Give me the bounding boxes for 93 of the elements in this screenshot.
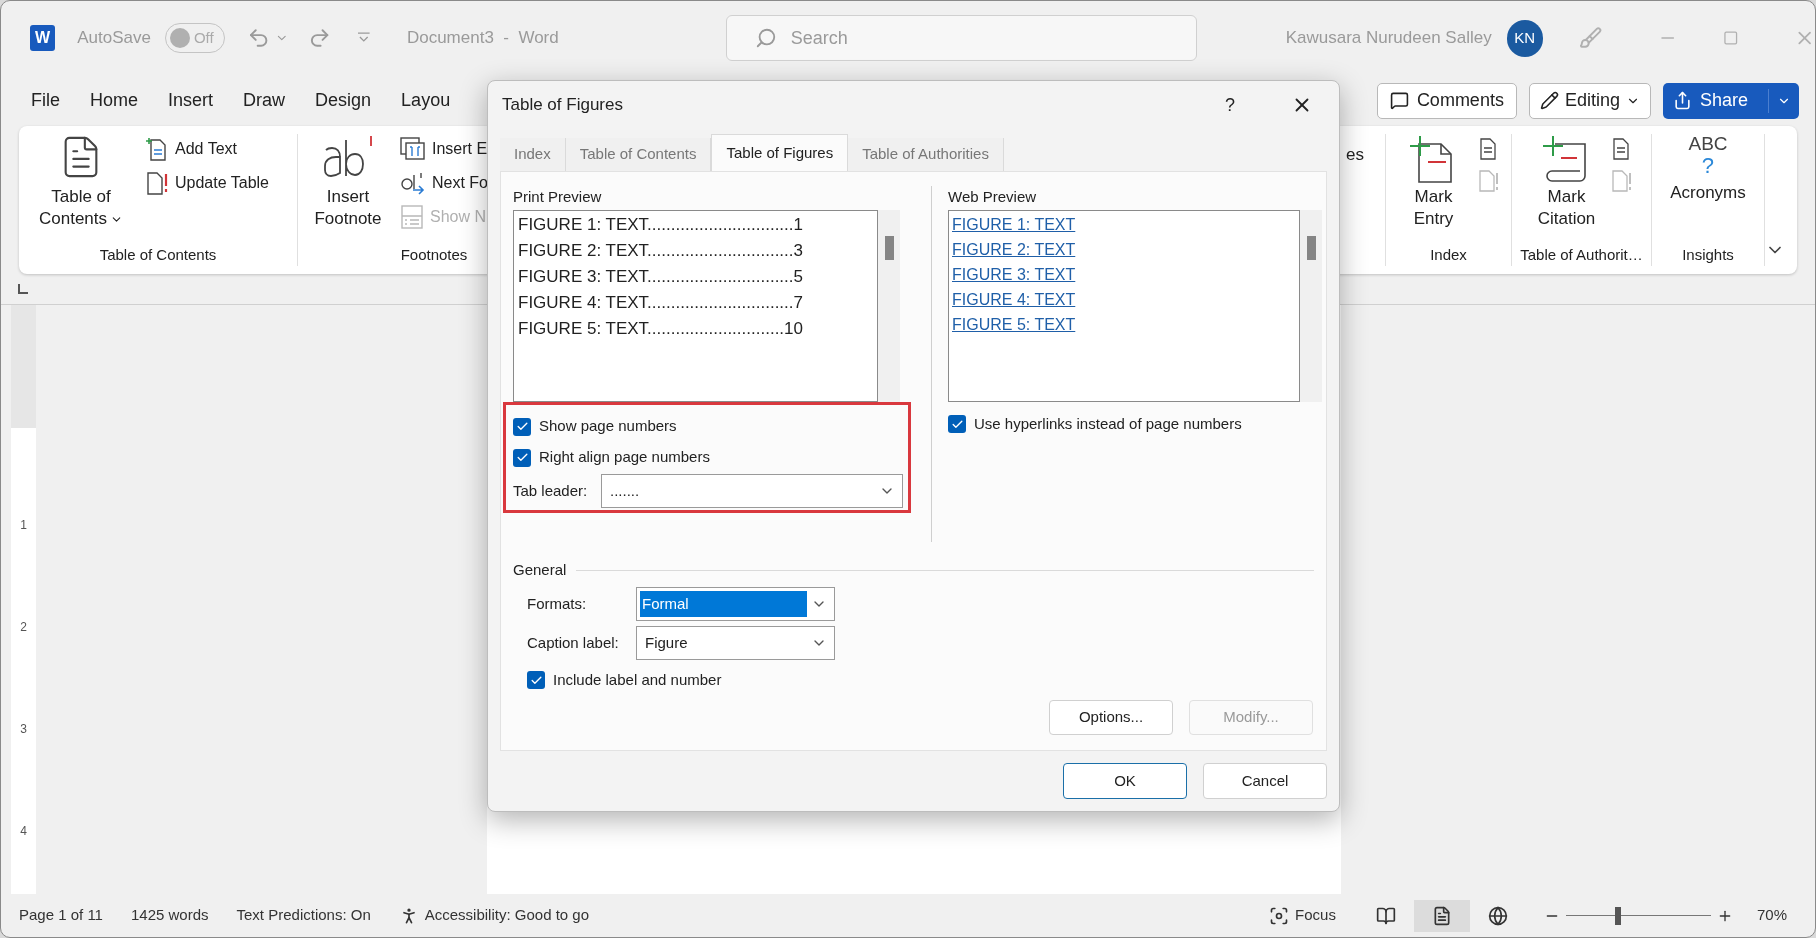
preview-link[interactable]: FIGURE 2: TEXT <box>952 237 1076 262</box>
tab-selector-icon[interactable] <box>17 283 29 295</box>
cancel-button[interactable]: Cancel <box>1203 763 1327 799</box>
checkmark-icon <box>515 420 529 433</box>
preview-line: FIGURE 4: TEXT...............................7 <box>518 292 804 314</box>
dialog-button[interactable]: Options... <box>1049 700 1173 735</box>
help-button[interactable]: ? <box>1225 91 1235 119</box>
checkbox-label: Right align page numbers <box>539 447 710 468</box>
dialog-title: Table of Figures <box>502 94 623 117</box>
ok-button[interactable]: OK <box>1063 763 1187 799</box>
mark-citation-button[interactable]: Mark Citation <box>1531 134 1602 230</box>
checkbox-label: Show page numbers <box>539 416 677 437</box>
ribbon-tab[interactable]: Home <box>90 87 139 114</box>
add-text-icon <box>145 136 169 162</box>
preview-link[interactable]: FIGURE 1: TEXT <box>952 212 1076 237</box>
status-text: Page 1 of 11 <box>19 905 103 926</box>
ruler-number: 4 <box>20 823 27 840</box>
focus-button[interactable]: Focus <box>1269 904 1336 927</box>
zoom-slider[interactable] <box>1565 906 1711 925</box>
dropdown[interactable]: ....... <box>601 474 903 508</box>
focus-icon <box>1269 905 1290 926</box>
zoom-thumb[interactable] <box>1615 906 1622 925</box>
next-footnote-icon <box>400 171 426 195</box>
dropdown[interactable]: Figure <box>636 626 835 660</box>
ribbon-label: es <box>1345 144 1365 166</box>
group-label: Index <box>1429 245 1468 265</box>
document-icon[interactable] <box>1611 138 1630 160</box>
group-label: Table of Authorit… <box>1519 245 1644 265</box>
checkbox[interactable] <box>513 448 531 467</box>
group-label: Insights <box>1681 245 1735 265</box>
table-of-contents-button[interactable]: Table of Contents <box>31 134 131 230</box>
mark-entry-button[interactable]: Mark Entry <box>1398 134 1469 230</box>
share-button[interactable]: Share <box>1662 82 1799 119</box>
section-label: General <box>513 559 567 580</box>
document-title: Document3 - Word <box>406 27 559 50</box>
ribbon-button[interactable]: Add Text <box>145 136 269 162</box>
preview-line: FIGURE 5: TEXT.............................10 <box>518 318 804 340</box>
editing-button[interactable]: Editing <box>1528 82 1651 119</box>
globe-icon <box>1487 905 1508 926</box>
book-icon <box>1375 905 1396 926</box>
group-label: Footnotes <box>400 245 468 265</box>
ribbon-tab[interactable]: Design <box>315 87 372 114</box>
ruler-number: 1 <box>20 517 27 534</box>
comments-button[interactable]: Comments <box>1376 82 1517 119</box>
ribbon-tab[interactable]: Draw <box>243 87 286 114</box>
acronyms-button[interactable]: ABC ? Acronyms <box>1670 134 1746 204</box>
ruler-number: 3 <box>20 721 27 738</box>
field-label: Tab leader: <box>513 480 589 501</box>
ribbon-button[interactable]: Insert E <box>400 136 488 162</box>
ribbon-tab[interactable]: File <box>31 87 60 114</box>
preview-line: FIGURE 2: TEXT...............................3 <box>518 240 804 262</box>
checkbox[interactable] <box>527 671 545 689</box>
checkmark-icon <box>515 451 529 464</box>
checkbox-label: Include label and number <box>553 669 722 690</box>
footnote-icon <box>321 134 375 180</box>
endnote-icon <box>400 137 426 161</box>
checkbox-label: Use hyperlinks instead of page numbers <box>974 413 1242 434</box>
preview-link[interactable]: FIGURE 4: TEXT <box>952 287 1076 312</box>
print-layout-button[interactable] <box>1413 899 1470 932</box>
show-notes-icon <box>400 204 424 230</box>
search-icon <box>754 27 777 49</box>
preview-link[interactable]: FIGURE 3: TEXT <box>952 262 1076 287</box>
field-label: Caption label: <box>527 632 620 653</box>
pencil-icon <box>1539 91 1559 110</box>
dropdown[interactable]: Formal <box>636 587 835 621</box>
checkbox[interactable] <box>513 417 531 436</box>
document-alert-icon <box>145 170 169 196</box>
section-label: Print Preview <box>513 187 603 207</box>
field-label: Formats: <box>527 593 588 614</box>
share-icon <box>1672 91 1692 110</box>
autosave-label: AutoSave <box>77 27 151 50</box>
zoom-level: 70% <box>1756 905 1787 926</box>
status-text: Text Predictions: On <box>236 905 371 926</box>
comment-icon <box>1389 91 1409 110</box>
ribbon-button[interactable]: Next Fo <box>400 170 488 196</box>
user-name: Kawusara Nurudeen Salley <box>1285 27 1492 50</box>
ribbon-button[interactable]: Update Table <box>145 170 269 196</box>
ribbon-tab[interactable]: Insert <box>168 87 214 114</box>
section-label: Web Preview <box>948 187 1038 207</box>
accessibility-status[interactable]: Accessibility: Good to go <box>424 904 589 927</box>
preview-link[interactable]: FIGURE 5: TEXT <box>952 312 1076 337</box>
preview-line: FIGURE 3: TEXT...............................5 <box>518 266 804 288</box>
preview-line: FIGURE 1: TEXT...............................1 <box>518 214 804 236</box>
word-app-icon: W <box>30 25 56 51</box>
insert-footnote-button[interactable]: Insert Footnote <box>310 134 386 230</box>
ribbon-tab[interactable]: Layou <box>401 87 451 114</box>
group-label: Table of Contents <box>99 245 217 265</box>
status-text: 1425 words <box>130 905 209 926</box>
dialog-tab[interactable]: Table of Figures <box>711 134 849 171</box>
document-icon[interactable] <box>1478 138 1497 160</box>
checkbox[interactable] <box>948 415 966 433</box>
ruler-number: 2 <box>20 619 27 636</box>
user-avatar[interactable]: KN <box>1506 19 1543 57</box>
